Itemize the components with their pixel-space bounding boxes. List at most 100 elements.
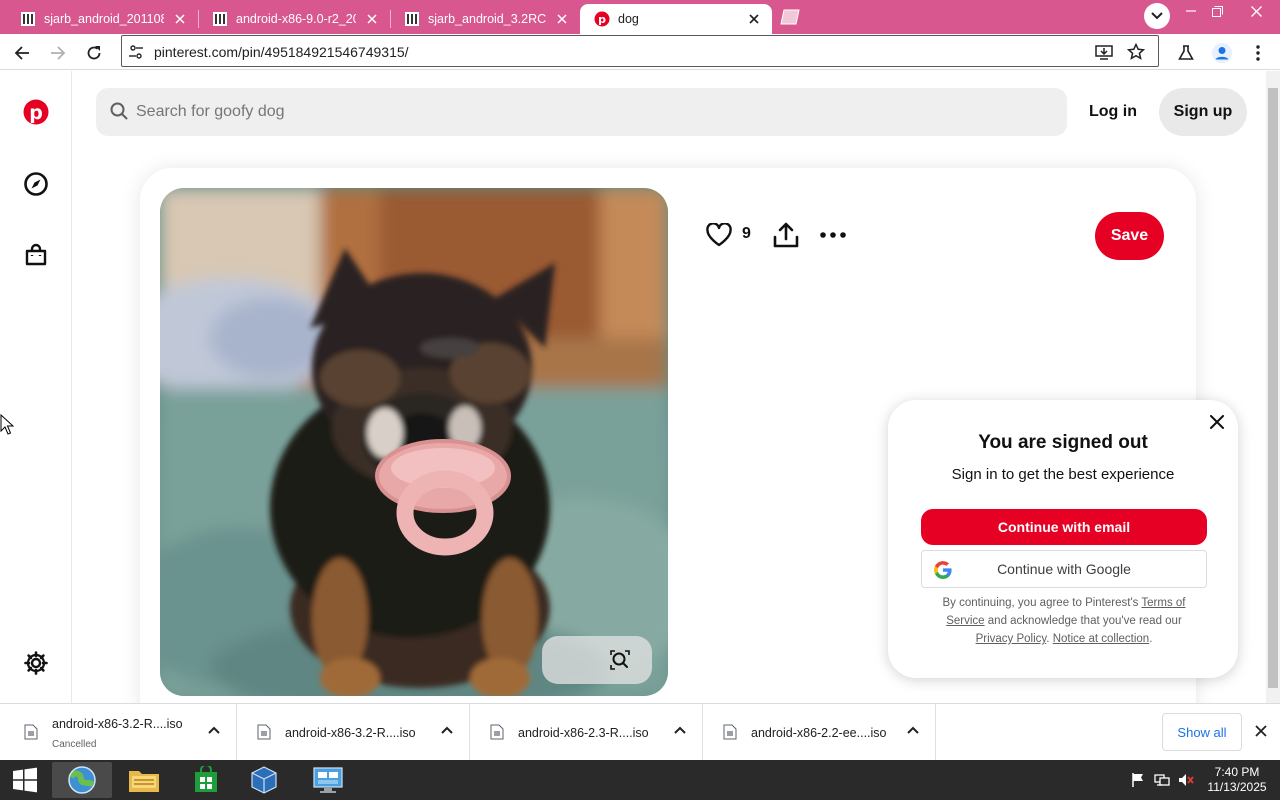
labs-button[interactable] (1173, 40, 1199, 66)
windows-taskbar: 7:40 PM 11/13/2025 (0, 760, 1280, 800)
download-filename: android-x86-2.3-R....iso (518, 726, 649, 740)
download-item[interactable]: android-x86-3.2-R....iso (237, 704, 470, 761)
taskbar-chrome[interactable] (52, 762, 112, 798)
forward-arrow-icon (51, 46, 66, 60)
download-filename: android-x86-3.2-R....iso (52, 717, 183, 731)
pin-image[interactable] (160, 188, 668, 696)
close-icon (1250, 5, 1262, 17)
save-button[interactable]: Save (1095, 212, 1164, 260)
continue-with-email-button[interactable]: Continue with email (921, 509, 1207, 545)
visual-search-icon (610, 650, 630, 670)
download-item[interactable]: android-x86-2.2-ee....iso (703, 704, 936, 761)
close-icon[interactable] (1254, 724, 1268, 738)
ellipsis-icon (820, 232, 846, 238)
search-input[interactable] (136, 88, 1036, 136)
download-item[interactable]: android-x86-2.3-R....iso (470, 704, 703, 761)
google-button-label: Continue with Google (997, 561, 1131, 577)
file-icon (490, 724, 504, 740)
privacy-policy-link[interactable]: Privacy Policy (976, 633, 1047, 645)
show-all-downloads-button[interactable]: Show all (1162, 713, 1242, 751)
tab-title: android-x86-9.0-r2_202 (236, 12, 356, 26)
network-icon[interactable] (1154, 772, 1170, 788)
tab-4-active[interactable]: p dog (580, 4, 772, 34)
tab-3[interactable]: sjarb_android_3.2RC2 d (390, 4, 580, 34)
start-button[interactable] (0, 762, 50, 798)
close-icon[interactable] (746, 11, 762, 27)
system-clock[interactable]: 7:40 PM 11/13/2025 (1202, 765, 1272, 795)
url-text: pinterest.com/pin/495184921546749315/ (154, 44, 409, 60)
close-icon[interactable] (364, 11, 380, 27)
tab-title: dog (618, 12, 639, 26)
tab-search-button[interactable] (1144, 3, 1170, 29)
chevron-up-icon[interactable] (441, 726, 453, 734)
site-info-icon[interactable] (126, 42, 146, 62)
new-tab-icon[interactable] (778, 8, 802, 26)
legal-prefix: By continuing, you agree to Pinterest's (942, 597, 1139, 609)
address-bar[interactable]: pinterest.com/pin/495184921546749315/ (121, 35, 1159, 67)
taskbar-file-explorer[interactable] (114, 762, 174, 798)
close-icon[interactable] (554, 11, 570, 27)
log-in-button[interactable]: Log in (1078, 88, 1148, 136)
chevron-up-icon[interactable] (907, 726, 919, 734)
taskbar-virtualbox[interactable] (234, 762, 294, 798)
window-close-button[interactable] (1234, 0, 1278, 22)
like-count: 9 (742, 225, 751, 242)
restore-button[interactable] (1200, 0, 1234, 22)
download-bar: android-x86-3.2-R....iso Cancelled andro… (0, 703, 1280, 761)
close-icon (1210, 415, 1224, 429)
profile-button[interactable] (1209, 40, 1235, 66)
share-button[interactable] (771, 220, 801, 250)
dog-photo (160, 188, 668, 696)
clock-time: 7:40 PM (1214, 765, 1260, 779)
explore-button[interactable] (21, 169, 51, 199)
chevron-up-icon[interactable] (674, 726, 686, 734)
gear-icon (24, 651, 48, 675)
install-app-icon[interactable] (1094, 42, 1114, 62)
kebab-menu-icon (1256, 45, 1260, 61)
close-icon[interactable] (172, 11, 188, 27)
modal-title: You are signed out (978, 432, 1148, 453)
scrollbar-thumb[interactable] (1268, 88, 1278, 688)
flag-icon[interactable] (1130, 772, 1146, 788)
taskbar-store[interactable] (176, 762, 236, 798)
share-icon (773, 222, 799, 248)
chevron-down-icon (1151, 12, 1163, 20)
back-arrow-icon (14, 46, 29, 60)
folder-icon (129, 771, 159, 792)
sign-up-button[interactable]: Sign up (1159, 88, 1247, 136)
page-scrollbar[interactable] (1266, 71, 1280, 703)
notice-at-collection-link[interactable]: Notice at collection (1053, 633, 1150, 645)
reload-icon (87, 46, 101, 60)
speaker-muted-icon[interactable] (1178, 772, 1194, 788)
bookmark-star-icon[interactable] (1126, 42, 1146, 62)
monitor-icon (313, 767, 343, 793)
back-button[interactable] (9, 40, 35, 66)
download-item[interactable]: android-x86-3.2-R....iso Cancelled (4, 704, 237, 761)
reload-button[interactable] (81, 40, 107, 66)
tab-title: sjarb_android_20110821 (44, 12, 164, 26)
tab-1[interactable]: sjarb_android_20110821 (6, 4, 198, 34)
chevron-up-icon[interactable] (208, 726, 220, 734)
legal-middle: and acknowledge that you've read our (987, 615, 1182, 627)
forward-button[interactable] (45, 40, 71, 66)
tab-title: sjarb_android_3.2RC2 d (428, 12, 546, 26)
legal-disclaimer: By continuing, you agree to Pinterest's … (942, 597, 1186, 645)
browser-toolbar: pinterest.com/pin/495184921546749315/ (0, 34, 1280, 70)
google-logo-icon (934, 561, 952, 579)
visual-search-button[interactable] (542, 636, 652, 684)
pinterest-logo-button[interactable]: p (21, 97, 51, 127)
more-options-button[interactable] (818, 220, 848, 250)
taskbar-remote-desktop[interactable] (298, 762, 358, 798)
clock-date: 11/13/2025 (1207, 780, 1267, 794)
file-icon (723, 724, 737, 740)
like-button[interactable] (704, 220, 734, 250)
shopping-bag-icon (25, 243, 47, 266)
browser-menu-button[interactable] (1245, 40, 1271, 66)
search-bar[interactable] (96, 88, 1067, 136)
shop-button[interactable] (21, 240, 51, 270)
continue-with-google-button[interactable]: Continue with Google (921, 550, 1207, 588)
tab-2[interactable]: android-x86-9.0-r2_202 (198, 4, 390, 34)
modal-close-button[interactable] (1206, 411, 1228, 433)
minimize-icon (1186, 10, 1196, 12)
settings-button[interactable] (21, 648, 51, 678)
